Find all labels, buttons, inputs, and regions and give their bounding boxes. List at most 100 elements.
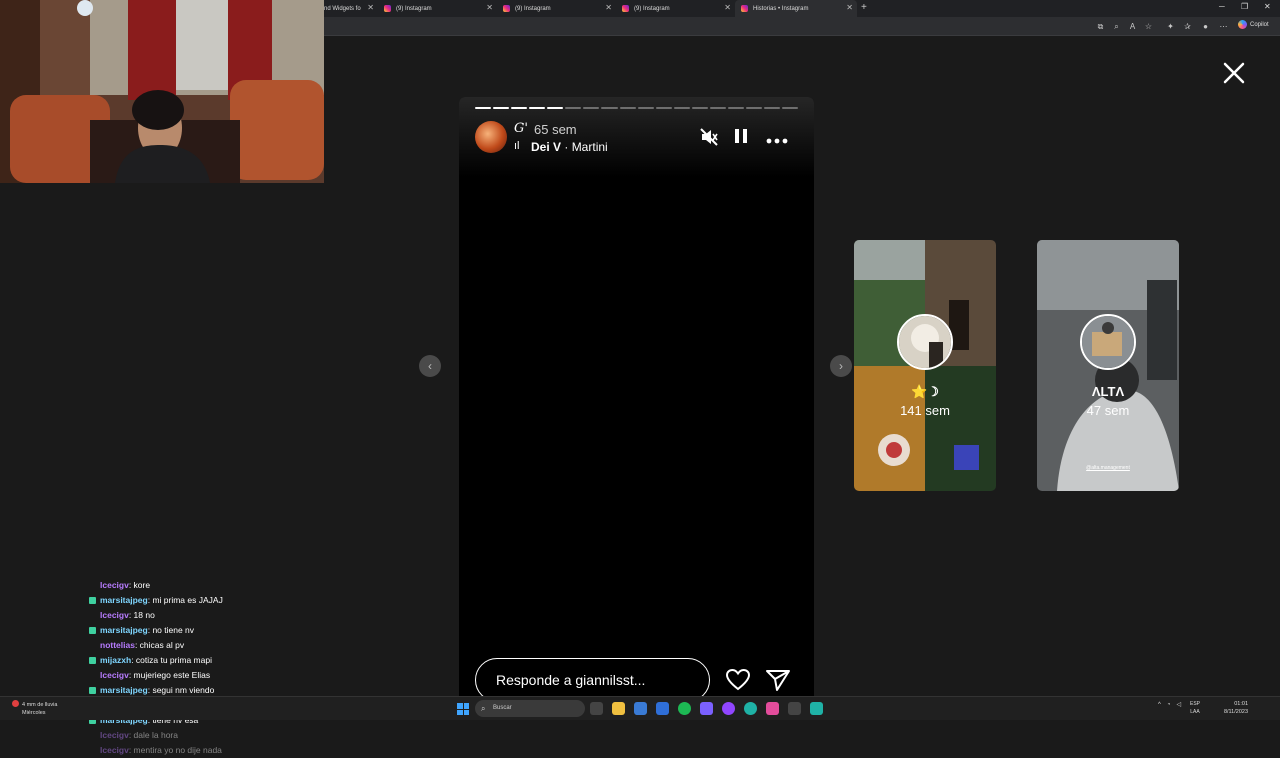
progress-segment	[565, 107, 582, 109]
extensions-icon[interactable]: ✦	[1166, 22, 1175, 31]
taskbar-clock[interactable]: 01:01 8/11/2023	[1222, 700, 1248, 716]
edge-icon[interactable]	[744, 702, 757, 715]
restore-icon[interactable]: ❐	[1241, 2, 1248, 11]
search-icon: ⌕	[481, 704, 486, 713]
close-icon[interactable]: ✕	[724, 3, 731, 12]
close-icon[interactable]: ✕	[486, 3, 493, 12]
chat-text: : cotiza tu prima mapi	[131, 655, 212, 665]
window-close-icon[interactable]: ✕	[1264, 2, 1271, 11]
progress-segment	[691, 107, 708, 109]
story-viewer[interactable]: G' 65 sem ıl Dei V · Martini Responde a …	[459, 97, 814, 719]
system-tray[interactable]: ^ ◔ ◁	[1158, 701, 1181, 709]
chat-username[interactable]: lcecigv	[100, 730, 129, 740]
wifi-icon[interactable]: ◔	[1167, 702, 1171, 708]
badge-icon	[89, 657, 96, 664]
mail-icon[interactable]	[634, 702, 647, 715]
more-options-icon[interactable]	[765, 127, 789, 149]
zoom-icon[interactable]: ⌕	[1112, 22, 1121, 31]
chat-text: : chicas al pv	[134, 640, 185, 650]
language-indicator[interactable]: ESP LAA	[1190, 700, 1200, 716]
store-icon[interactable]	[656, 702, 669, 715]
story-time: 65 sem	[534, 122, 577, 137]
weather-icon	[12, 700, 19, 707]
new-tab-button[interactable]: +	[861, 2, 867, 13]
volume-icon[interactable]: ◁	[1176, 701, 1181, 708]
send-icon[interactable]	[765, 668, 791, 692]
copilot-button[interactable]: Copilot	[1238, 20, 1269, 29]
browser-tab-widgets[interactable]: nd Widgets fo ✕	[318, 0, 378, 17]
weather-widget[interactable]: 4 mm de lluvia Miércoles	[12, 700, 57, 717]
copilot-label: Copilot	[1250, 21, 1269, 28]
read-aloud-icon[interactable]: A	[1128, 22, 1137, 31]
chat-username[interactable]: lcecigv	[100, 745, 129, 755]
progress-segment	[619, 107, 636, 109]
chat-text: : mi prima es JAJAJ	[147, 595, 223, 605]
browser-tab-instagram-3[interactable]: (9) Instagram ✕	[616, 0, 735, 17]
chat-username[interactable]: nottelias	[100, 640, 135, 650]
chat-message: lcecigv: 18 no	[100, 608, 360, 623]
clock-time: 01:01	[1234, 701, 1248, 707]
chat-username[interactable]: mijazxh	[100, 655, 131, 665]
obs-icon[interactable]	[788, 702, 801, 715]
chat-username[interactable]: lcecigv	[100, 580, 129, 590]
taskbar-search-input[interactable]: ⌕ Buscar	[475, 700, 585, 717]
heart-icon[interactable]	[725, 668, 751, 692]
progress-segment	[655, 107, 672, 109]
chevron-up-icon[interactable]: ^	[1158, 702, 1161, 708]
discord-icon[interactable]	[700, 702, 713, 715]
mute-icon[interactable]	[697, 127, 721, 149]
pause-icon[interactable]	[729, 127, 753, 149]
music-artist: Dei V	[531, 140, 562, 154]
chat-message: lcecigv: mentira yo no dije nada	[100, 743, 360, 758]
chat-text: : dale la hora	[128, 730, 178, 740]
app-view-icon[interactable]: ⧉	[1096, 22, 1105, 31]
story-music[interactable]: Dei V · Martini	[531, 140, 608, 154]
progress-segment	[709, 107, 726, 109]
browser-tab-instagram-2[interactable]: (9) Instagram ✕	[497, 0, 616, 17]
task-view-icon[interactable]	[590, 702, 603, 715]
browser-tab-historias[interactable]: Historias • Instagram ✕	[735, 0, 857, 17]
close-icon[interactable]	[1222, 61, 1246, 85]
preview-time: 47 sem	[1086, 403, 1130, 418]
chat-text: : 18 no	[128, 610, 155, 620]
twitch-icon[interactable]	[722, 702, 735, 715]
tab-title: (9) Instagram	[515, 5, 551, 12]
story-username[interactable]: G'	[514, 121, 528, 136]
next-story-button[interactable]: ›	[830, 355, 852, 377]
spotify-icon[interactable]	[678, 702, 691, 715]
avatar	[897, 314, 953, 370]
chat-username[interactable]: lcecigv	[100, 610, 129, 620]
favorite-star-icon[interactable]: ☆	[1144, 22, 1153, 31]
preview-username: ⭐☽	[911, 384, 939, 399]
next-story-preview[interactable]: ⭐☽ 141 sem	[854, 240, 996, 491]
chat-username[interactable]: lcecigv	[100, 670, 129, 680]
chat-username[interactable]: marsitajpeg	[100, 685, 148, 695]
minimize-icon[interactable]: ─	[1219, 2, 1225, 11]
next-story-preview[interactable]: ΛLTΛ 47 sem @alta.management	[1037, 240, 1179, 491]
clock-date: 8/11/2023	[1223, 709, 1248, 715]
chat-message: lcecigv: kore	[100, 578, 360, 593]
figma-icon[interactable]	[766, 702, 779, 715]
browser-tab-instagram-1[interactable]: (9) Instagram ✕	[378, 0, 497, 17]
windows-start-icon[interactable]	[457, 703, 469, 715]
stream-chat: lcecigv: kore marsitajpeg: mi prima es JA…	[89, 578, 360, 758]
instagram-icon	[741, 5, 748, 12]
progress-segment	[493, 107, 510, 109]
progress-segment	[727, 107, 744, 109]
file-explorer-icon[interactable]	[612, 702, 625, 715]
chatgpt-icon[interactable]	[810, 702, 823, 715]
previous-story-button[interactable]: ‹	[419, 355, 441, 377]
more-menu-icon[interactable]: ⋯	[1219, 22, 1228, 31]
chat-username[interactable]: marsitajpeg	[100, 625, 148, 635]
favorites-icon[interactable]: ✰	[1183, 22, 1192, 31]
close-icon[interactable]: ✕	[605, 3, 612, 12]
close-icon[interactable]: ✕	[367, 3, 374, 12]
close-icon[interactable]: ✕	[846, 3, 853, 12]
profile-icon[interactable]: ●	[1201, 22, 1210, 31]
instagram-icon	[384, 5, 391, 12]
windows-taskbar: 4 mm de lluvia Miércoles ⌕ Buscar ^ ◔ ◁ …	[0, 696, 1280, 720]
chat-username[interactable]: marsitajpeg	[100, 595, 148, 605]
tab-title: nd Widgets fo	[324, 5, 361, 12]
music-song: Martini	[571, 140, 608, 154]
avatar[interactable]	[475, 121, 507, 153]
